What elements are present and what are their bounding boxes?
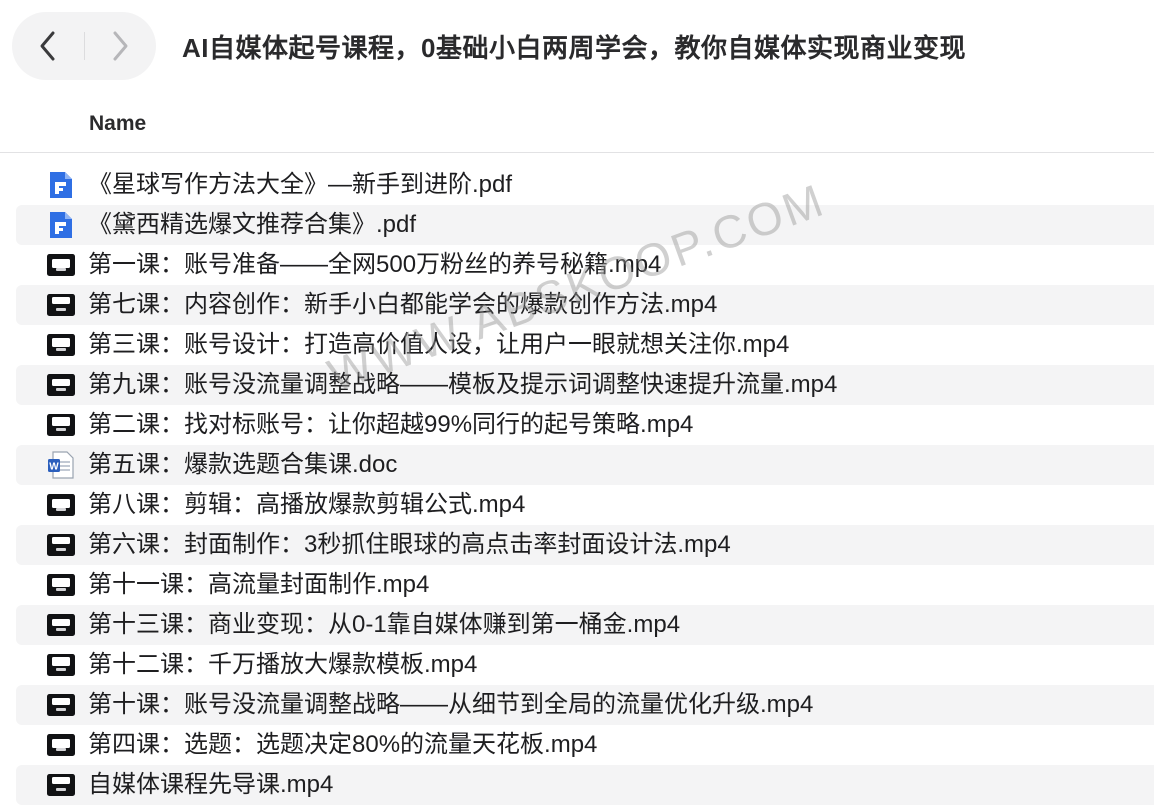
file-row[interactable]: 自媒体课程先导课.mp4 — [16, 765, 1154, 805]
chevron-right-icon — [113, 31, 128, 61]
video-thumbnail-icon — [46, 650, 76, 680]
file-row[interactable]: 第十三课：商业变现：从0-1靠自媒体赚到第一桶金.mp4 — [16, 605, 1154, 645]
toolbar: AI自媒体起号课程，0基础小白两周学会，教你自媒体实现商业变现 — [0, 0, 1154, 94]
file-row[interactable]: 第四课：选题：选题决定80%的流量天花板.mp4 — [16, 725, 1154, 765]
navigation-buttons — [12, 12, 156, 80]
file-row[interactable]: 第十课：账号没流量调整战略——从细节到全局的流量优化升级.mp4 — [16, 685, 1154, 725]
file-name: 第十三课：商业变现：从0-1靠自媒体赚到第一桶金.mp4 — [88, 611, 681, 638]
video-thumbnail-icon — [46, 610, 76, 640]
file-row[interactable]: 《黛西精选爆文推荐合集》.pdf — [16, 205, 1154, 245]
video-thumbnail-icon — [46, 690, 76, 720]
file-row[interactable]: 第七课：内容创作：新手小白都能学会的爆款创作方法.mp4 — [16, 285, 1154, 325]
file-name: 第六课：封面制作：3秒抓住眼球的高点击率封面设计法.mp4 — [88, 531, 731, 558]
finder-window: AI自媒体起号课程，0基础小白两周学会，教你自媒体实现商业变现 Name 《星球… — [0, 0, 1154, 810]
file-row[interactable]: 第十二课：千万播放大爆款模板.mp4 — [16, 645, 1154, 685]
file-name: 第五课：爆款选题合集课.doc — [88, 451, 398, 478]
file-name: 第二课：找对标账号：让你超越99%同行的起号策略.mp4 — [88, 411, 694, 438]
video-thumbnail-icon — [46, 330, 76, 360]
file-name: 自媒体课程先导课.mp4 — [88, 771, 334, 798]
file-name: 第七课：内容创作：新手小白都能学会的爆款创作方法.mp4 — [88, 291, 718, 318]
video-thumbnail-icon — [46, 770, 76, 800]
file-row[interactable]: W 第五课：爆款选题合集课.doc — [16, 445, 1154, 485]
file-row[interactable]: 第十一课：高流量封面制作.mp4 — [16, 565, 1154, 605]
file-name: 第十一课：高流量封面制作.mp4 — [88, 571, 430, 598]
file-name: 第一课：账号准备——全网500万粉丝的养号秘籍.mp4 — [88, 251, 662, 278]
file-name: 第八课：剪辑：高播放爆款剪辑公式.mp4 — [88, 491, 526, 518]
file-name: 第九课：账号没流量调整战略——模板及提示词调整快速提升流量.mp4 — [88, 371, 838, 398]
forward-button[interactable] — [84, 12, 156, 80]
video-thumbnail-icon — [46, 410, 76, 440]
back-button[interactable] — [12, 12, 84, 80]
video-thumbnail-icon — [46, 250, 76, 280]
word-doc-icon: W — [46, 450, 76, 480]
file-name: 《星球写作方法大全》—新手到进阶.pdf — [88, 171, 513, 198]
name-column-header[interactable]: Name — [89, 112, 146, 136]
video-thumbnail-icon — [46, 730, 76, 760]
video-thumbnail-icon — [46, 490, 76, 520]
file-name: 第十课：账号没流量调整战略——从细节到全局的流量优化升级.mp4 — [88, 691, 814, 718]
file-name: 第三课：账号设计：打造高价值人设，让用户一眼就想关注你.mp4 — [88, 331, 790, 358]
file-list: 《星球写作方法大全》—新手到进阶.pdf 《黛西精选爆文推荐合集》.pdf 第一课：… — [16, 165, 1154, 805]
video-thumbnail-icon — [46, 530, 76, 560]
column-header: Name — [0, 100, 1154, 153]
chevron-left-icon — [40, 31, 55, 61]
file-name: 第十二课：千万播放大爆款模板.mp4 — [88, 651, 478, 678]
file-name: 第四课：选题：选题决定80%的流量天花板.mp4 — [88, 731, 598, 758]
file-row[interactable]: 第六课：封面制作：3秒抓住眼球的高点击率封面设计法.mp4 — [16, 525, 1154, 565]
window-title: AI自媒体起号课程，0基础小白两周学会，教你自媒体实现商业变现 — [182, 33, 966, 63]
file-name: 《黛西精选爆文推荐合集》.pdf — [88, 211, 417, 238]
svg-text:W: W — [49, 462, 59, 473]
pdf-file-icon — [46, 210, 76, 240]
file-row[interactable]: 第九课：账号没流量调整战略——模板及提示词调整快速提升流量.mp4 — [16, 365, 1154, 405]
file-row[interactable]: 第八课：剪辑：高播放爆款剪辑公式.mp4 — [16, 485, 1154, 525]
pdf-file-icon — [46, 170, 76, 200]
file-row[interactable]: 第三课：账号设计：打造高价值人设，让用户一眼就想关注你.mp4 — [16, 325, 1154, 365]
video-thumbnail-icon — [46, 290, 76, 320]
file-row[interactable]: 《星球写作方法大全》—新手到进阶.pdf — [16, 165, 1154, 205]
video-thumbnail-icon — [46, 570, 76, 600]
video-thumbnail-icon — [46, 370, 76, 400]
file-row[interactable]: 第二课：找对标账号：让你超越99%同行的起号策略.mp4 — [16, 405, 1154, 445]
file-row[interactable]: 第一课：账号准备——全网500万粉丝的养号秘籍.mp4 — [16, 245, 1154, 285]
